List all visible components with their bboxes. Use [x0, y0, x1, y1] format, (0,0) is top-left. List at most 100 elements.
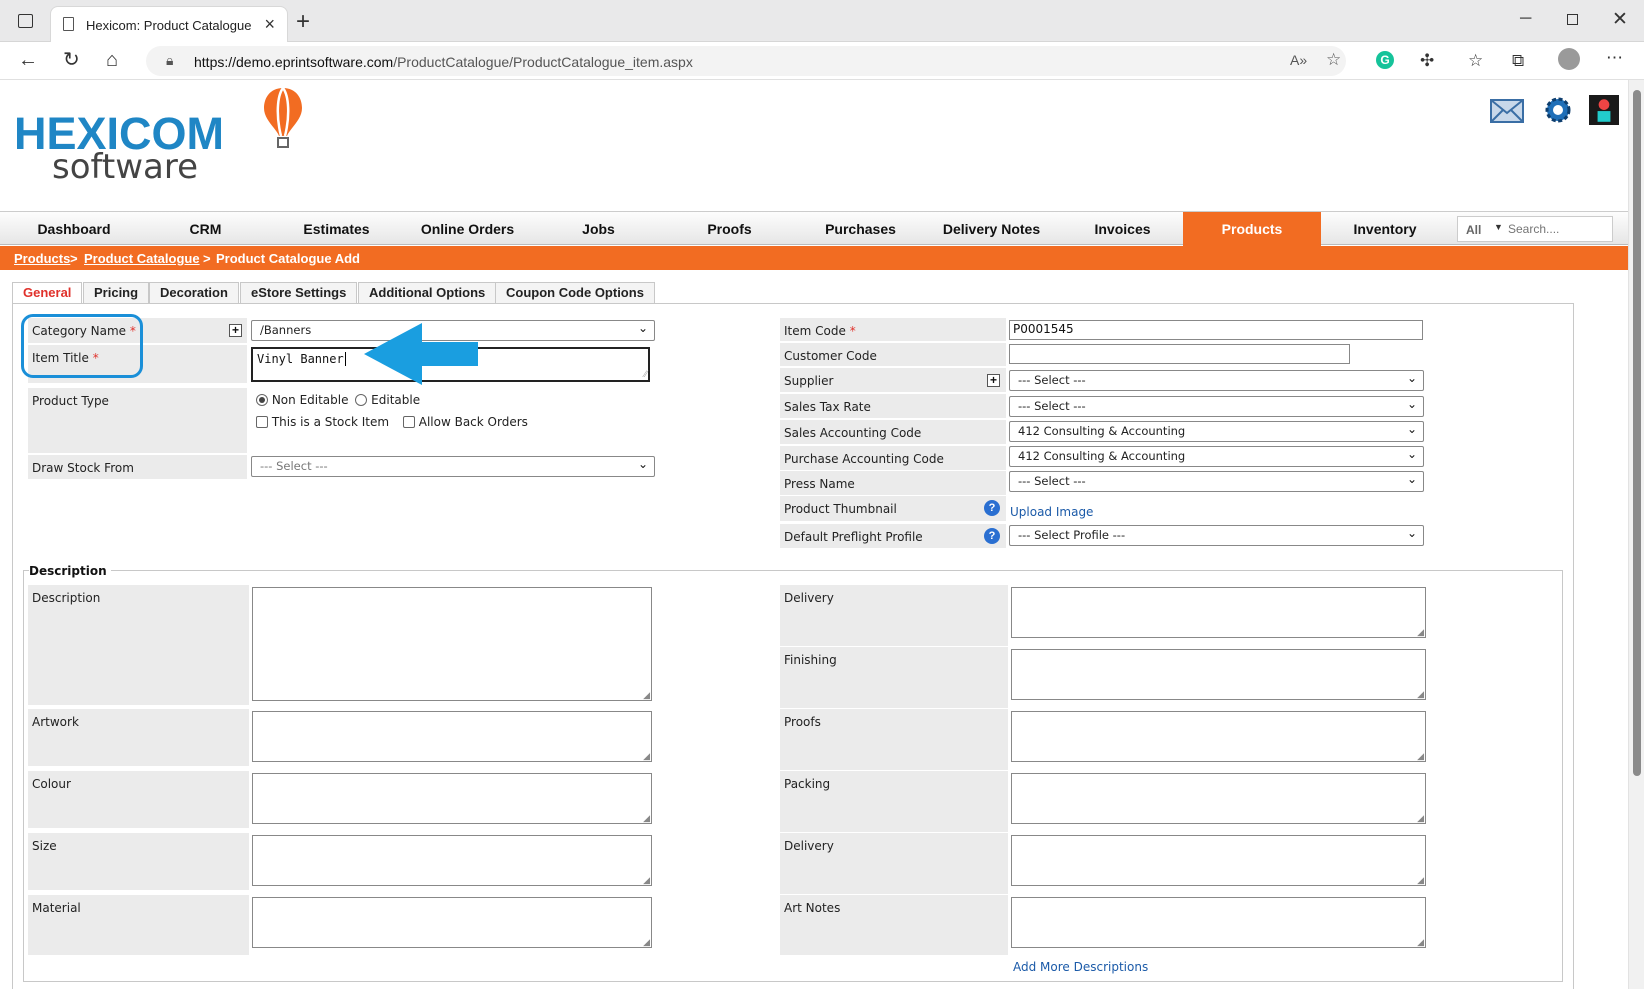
highlight-annotation — [21, 314, 143, 378]
upload-image-link[interactable]: Upload Image — [1010, 505, 1093, 519]
delivery-textarea[interactable]: ◢ — [1011, 587, 1426, 638]
artwork-textarea[interactable]: ◢ — [252, 711, 652, 762]
description-textarea[interactable]: ◢ — [252, 587, 652, 701]
nav-products[interactable]: Products — [1183, 212, 1321, 246]
resize-grip-icon[interactable]: ◢ — [643, 691, 650, 700]
tab-decoration[interactable]: Decoration — [149, 282, 239, 304]
tab-additional-options[interactable]: Additional Options — [358, 282, 497, 304]
preflight-profile-select[interactable]: --- Select Profile --- ⌄ — [1009, 525, 1424, 546]
sales-tax-select[interactable]: --- Select --- ⌄ — [1009, 396, 1424, 417]
stock-item-label: This is a Stock Item — [271, 415, 390, 429]
chevron-down-icon: ⌄ — [1406, 472, 1417, 486]
user-avatar-icon[interactable] — [1587, 95, 1621, 125]
add-supplier-button[interactable]: + — [987, 374, 1000, 387]
read-aloud-icon[interactable]: A» — [1290, 52, 1307, 68]
nav-estimates[interactable]: Estimates — [271, 212, 402, 246]
nav-inventory[interactable]: Inventory — [1321, 212, 1449, 246]
resize-grip-icon[interactable]: ◢ — [1417, 814, 1424, 823]
resize-grip-icon[interactable]: ◢ — [1417, 938, 1424, 947]
non-editable-radio[interactable] — [256, 394, 268, 406]
press-name-select[interactable]: --- Select --- ⌄ — [1009, 471, 1424, 492]
tab-estore-settings[interactable]: eStore Settings — [240, 282, 358, 304]
balloon-logo-icon — [264, 87, 302, 148]
nav-invoices[interactable]: Invoices — [1057, 212, 1188, 246]
preflight-profile-label: Default Preflight Profile — [780, 524, 1006, 548]
nav-delivery-notes[interactable]: Delivery Notes — [926, 212, 1057, 246]
resize-grip-icon[interactable]: ◢ — [643, 814, 650, 823]
colour-label: Colour — [28, 771, 249, 828]
more-menu-icon[interactable]: ⋯ — [1606, 48, 1623, 68]
stock-item-checkbox[interactable] — [256, 416, 268, 428]
proofs-textarea[interactable]: ◢ — [1011, 711, 1426, 762]
tab-actions-icon[interactable] — [18, 14, 33, 28]
resize-grip-icon[interactable]: ◢ — [643, 938, 650, 947]
settings-gear-icon[interactable] — [1541, 95, 1575, 125]
nav-purchases[interactable]: Purchases — [795, 212, 926, 246]
purchase-accounting-select[interactable]: 412 Consulting & Accounting ⌄ — [1009, 446, 1424, 467]
customer-code-input[interactable] — [1009, 344, 1350, 364]
chevron-down-icon[interactable]: ▼ — [1494, 222, 1503, 232]
delivery-2-label: Delivery — [780, 833, 1008, 894]
tab-coupon-code-options[interactable]: Coupon Code Options — [495, 282, 655, 304]
favorites-icon[interactable]: ☆ — [1468, 51, 1483, 71]
nav-jobs[interactable]: Jobs — [533, 212, 664, 246]
packing-textarea[interactable]: ◢ — [1011, 773, 1426, 824]
resize-grip-icon[interactable]: ◢ — [1417, 752, 1424, 761]
item-code-input[interactable]: P0001545 — [1009, 320, 1423, 340]
sales-accounting-select[interactable]: 412 Consulting & Accounting ⌄ — [1009, 421, 1424, 442]
mail-icon[interactable] — [1490, 95, 1524, 125]
page-scrollbar[interactable] — [1628, 80, 1644, 989]
back-orders-checkbox[interactable] — [402, 416, 415, 428]
maximize-icon[interactable] — [1567, 14, 1578, 25]
resize-grip-icon[interactable]: ◢ — [1417, 628, 1424, 637]
refresh-icon[interactable]: ↻ — [63, 50, 80, 70]
editable-radio[interactable] — [355, 394, 368, 406]
back-icon[interactable]: ← — [18, 50, 38, 70]
add-more-descriptions-link[interactable]: Add More Descriptions — [1013, 960, 1148, 974]
extensions-icon[interactable]: ✣ — [1420, 51, 1434, 71]
nav-dashboard[interactable]: Dashboard — [0, 212, 148, 246]
tab-general[interactable]: General — [12, 282, 83, 304]
nav-online-orders[interactable]: Online Orders — [402, 212, 533, 246]
packing-label: Packing — [780, 771, 1008, 832]
scrollbar-thumb[interactable] — [1633, 90, 1641, 776]
home-icon[interactable]: ⌂ — [106, 50, 118, 70]
browser-tab-strip: Hexicom: Product Catalogue × + ─ ✕ — [0, 0, 1644, 42]
new-tab-icon[interactable]: + — [296, 8, 310, 36]
resize-grip-icon[interactable]: ◢ — [643, 752, 650, 761]
profile-avatar[interactable] — [1558, 48, 1580, 70]
browser-tab[interactable]: Hexicom: Product Catalogue × — [50, 6, 288, 42]
art-notes-textarea[interactable]: ◢ — [1011, 897, 1426, 948]
breadcrumb-catalogue-link[interactable]: Product Catalogue — [84, 251, 200, 266]
nav-proofs[interactable]: Proofs — [664, 212, 795, 246]
grammarly-icon[interactable]: G — [1376, 51, 1394, 69]
material-textarea[interactable]: ◢ — [252, 897, 652, 948]
size-textarea[interactable]: ◢ — [252, 835, 652, 886]
product-type-label: Product Type — [28, 388, 247, 453]
minimize-icon[interactable]: ─ — [1520, 10, 1531, 28]
close-window-icon[interactable]: ✕ — [1612, 8, 1628, 31]
delivery-2-textarea[interactable]: ◢ — [1011, 835, 1426, 886]
favorite-add-icon[interactable]: ☆ — [1326, 50, 1341, 70]
draw-stock-select[interactable]: --- Select --- ⌄ — [251, 456, 655, 477]
url-field[interactable]: 🔒︎ https://demo.eprintsoftware.com/Produ… — [146, 46, 1346, 76]
collections-icon[interactable]: ⧉ — [1512, 51, 1524, 71]
nav-crm[interactable]: CRM — [140, 212, 271, 246]
breadcrumb-products-link[interactable]: Products — [14, 251, 70, 266]
help-icon[interactable]: ? — [984, 528, 1000, 544]
resize-grip-icon[interactable]: ◢ — [643, 876, 650, 885]
search-scope-select[interactable]: All — [1466, 223, 1481, 237]
finishing-textarea[interactable]: ◢ — [1011, 649, 1426, 700]
add-category-button[interactable]: + — [229, 324, 242, 337]
search-input[interactable] — [1508, 220, 1608, 238]
resize-grip-icon[interactable]: ◢ — [1417, 876, 1424, 885]
colour-textarea[interactable]: ◢ — [252, 773, 652, 824]
delivery-label: Delivery — [780, 585, 1008, 646]
help-icon[interactable]: ? — [984, 500, 1000, 516]
tab-pricing[interactable]: Pricing — [83, 282, 150, 304]
supplier-select[interactable]: --- Select --- ⌄ — [1009, 370, 1424, 391]
lock-icon[interactable]: 🔒︎ — [166, 52, 173, 69]
resize-grip-icon[interactable]: ⁄⁄ — [644, 369, 647, 380]
resize-grip-icon[interactable]: ◢ — [1417, 690, 1424, 699]
close-tab-icon[interactable]: × — [264, 14, 275, 35]
